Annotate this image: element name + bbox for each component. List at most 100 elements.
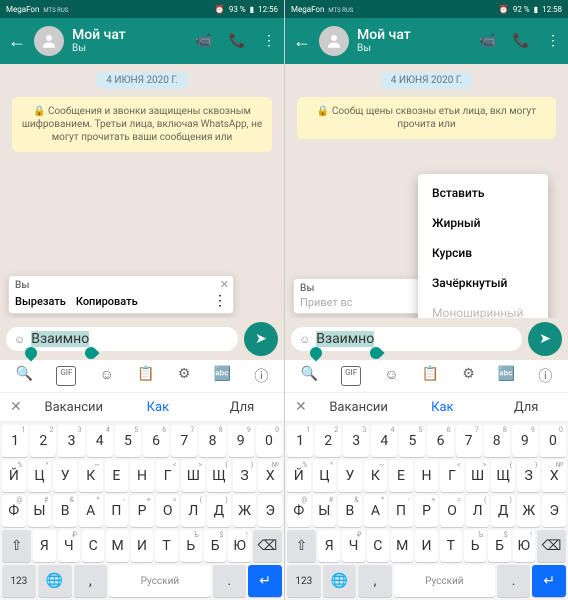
key-Р[interactable]: +Р	[415, 495, 439, 527]
key-8[interactable]: 88	[484, 425, 510, 457]
key-Ц[interactable]: ^Ц	[28, 460, 52, 492]
key-Ш[interactable]: >Ш	[181, 460, 205, 492]
key-9[interactable]: 99	[512, 425, 538, 457]
menu-bold[interactable]: Жирный	[418, 208, 548, 238]
key-Д[interactable]: )Д	[491, 495, 515, 527]
copy-action[interactable]: Копировать	[76, 295, 138, 308]
key-К[interactable]: ~К	[364, 460, 388, 492]
message-input-box[interactable]: ☺ Взаимно	[291, 327, 522, 351]
key-dot[interactable]: .	[213, 565, 247, 597]
video-call-icon[interactable]: 📹	[479, 33, 496, 49]
key-comma[interactable]: ,	[74, 565, 108, 597]
key-Ы[interactable]: #Ы	[313, 495, 337, 527]
voice-call-icon[interactable]: 📞	[513, 33, 530, 49]
key-1[interactable]: 11	[2, 425, 28, 457]
cut-action[interactable]: Вырезать	[15, 295, 66, 308]
key-А[interactable]: *А	[364, 495, 388, 527]
key-В[interactable]: &В	[53, 495, 77, 527]
key-3[interactable]: 33	[343, 425, 369, 457]
close-icon[interactable]: ✕	[220, 278, 229, 291]
key-У[interactable]: У	[53, 460, 77, 492]
gif-icon[interactable]: GIF	[56, 366, 76, 386]
key-Ч[interactable]: ₽Ч	[58, 530, 80, 562]
back-icon[interactable]: ←	[293, 31, 311, 52]
key-Ю[interactable]: !Ю	[228, 530, 250, 562]
key-2[interactable]: 22	[315, 425, 341, 457]
key-numbers[interactable]: 123	[287, 565, 321, 597]
key-backspace[interactable]: ⌫	[253, 530, 282, 562]
key-Б[interactable]: $Б	[488, 530, 510, 562]
key-И[interactable]: И	[415, 530, 437, 562]
key-Ш[interactable]: >Ш	[466, 460, 490, 492]
key-Ч[interactable]: ₽Ч	[342, 530, 364, 562]
suggestion-1[interactable]: Вакансии	[32, 394, 116, 421]
sticker-icon[interactable]: ☺	[100, 366, 114, 386]
translate-icon[interactable]: 🔤	[498, 366, 515, 386]
key-backspace[interactable]: ⌫	[537, 530, 566, 562]
key-Ж[interactable]: Ж	[233, 495, 257, 527]
key-В[interactable]: &В	[338, 495, 362, 527]
key-5[interactable]: 55	[399, 425, 425, 457]
key-Ь[interactable]: ЪЬ	[180, 530, 202, 562]
key-Я[interactable]: Я	[318, 530, 340, 562]
key-С[interactable]: С	[82, 530, 104, 562]
emoji-icon[interactable]: ☺	[299, 333, 310, 346]
message-input[interactable]: Взаимно	[316, 331, 514, 347]
key-5[interactable]: 55	[115, 425, 141, 457]
more-icon[interactable]: ⋮	[213, 293, 227, 309]
key-4[interactable]: 44	[87, 425, 113, 457]
key-У[interactable]: У	[338, 460, 362, 492]
clipboard-icon[interactable]: 📋	[137, 366, 154, 386]
key-enter[interactable]: ↵	[532, 565, 566, 597]
key-1[interactable]: 11	[287, 425, 313, 457]
key-З[interactable]: }З	[517, 460, 541, 492]
key-0[interactable]: 00	[540, 425, 566, 457]
close-suggestions-icon[interactable]: ✕	[0, 393, 32, 421]
key-И[interactable]: И	[131, 530, 153, 562]
key-Е[interactable]: Е	[389, 460, 413, 492]
key-Щ[interactable]: {Щ	[207, 460, 231, 492]
emoji-icon[interactable]: ☺	[14, 333, 25, 346]
key-П[interactable]: -П	[105, 495, 129, 527]
key-М[interactable]: М	[106, 530, 128, 562]
key-Е[interactable]: Е	[105, 460, 129, 492]
key-enter[interactable]: ↵	[248, 565, 282, 597]
key-К[interactable]: ~К	[79, 460, 103, 492]
message-input-box[interactable]: ☺ Взаимно	[6, 327, 238, 351]
key-М[interactable]: М	[391, 530, 413, 562]
key-space[interactable]: Русский	[394, 565, 495, 597]
key-Р[interactable]: +Р	[130, 495, 154, 527]
avatar[interactable]	[319, 26, 349, 56]
key-Н[interactable]: Н	[130, 460, 154, 492]
chat-title-block[interactable]: Мой чат Вы	[72, 27, 187, 56]
key-dot[interactable]: .	[497, 565, 531, 597]
key-Х[interactable]: №Х	[542, 460, 566, 492]
key-С[interactable]: С	[367, 530, 389, 562]
key-О[interactable]: =О	[156, 495, 180, 527]
menu-italic[interactable]: Курсив	[418, 238, 548, 268]
key-Щ[interactable]: {Щ	[491, 460, 515, 492]
menu-strike[interactable]: Зачёркнутый	[418, 268, 548, 298]
suggestion-1[interactable]: Вакансии	[317, 394, 401, 421]
key-4[interactable]: 44	[371, 425, 397, 457]
key-Ц[interactable]: ^Ц	[313, 460, 337, 492]
suggestion-2[interactable]: Как	[116, 394, 200, 421]
key-8[interactable]: 88	[199, 425, 225, 457]
back-icon[interactable]: ←	[8, 31, 26, 52]
key-З[interactable]: }З	[233, 460, 257, 492]
key-7[interactable]: 77	[456, 425, 482, 457]
suggestion-3[interactable]: Для	[200, 394, 284, 421]
key-Ы[interactable]: #Ы	[28, 495, 52, 527]
key-Э[interactable]: Э	[258, 495, 282, 527]
key-0[interactable]: 00	[256, 425, 282, 457]
key-shift[interactable]: ⇧	[287, 530, 316, 562]
translate-icon[interactable]: 🔤	[214, 366, 231, 386]
key-2[interactable]: 22	[30, 425, 56, 457]
gif-icon[interactable]: GIF	[341, 366, 361, 386]
key-Ф[interactable]: @Ф	[287, 495, 311, 527]
key-globe[interactable]: 🌐	[323, 565, 357, 597]
key-6[interactable]: 66	[427, 425, 453, 457]
key-numbers[interactable]: 123	[2, 565, 36, 597]
close-suggestions-icon[interactable]: ✕	[285, 393, 317, 421]
chat-title-block[interactable]: Мой чат Вы	[357, 27, 471, 56]
